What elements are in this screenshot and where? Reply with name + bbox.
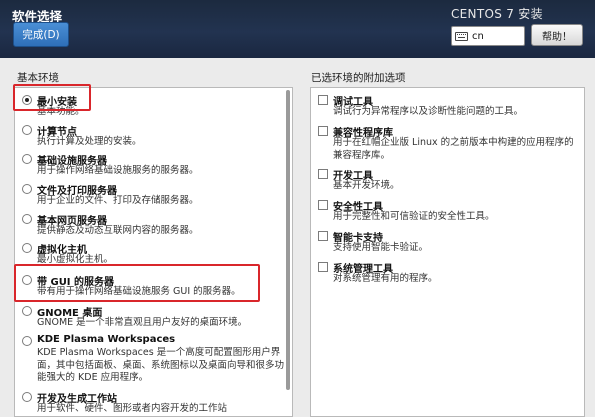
base-env-heading: 基本环境 [17, 72, 59, 84]
addon-desc: 对系统管理有用的程序。 [333, 273, 438, 284]
env-desc: 用于操作网络基础设施服务的服务器。 [37, 165, 199, 176]
base-env-item-dev-workstation[interactable]: 开发及生成工作站 用于软件、硬件、图形或者内容开发的工作站 [15, 390, 292, 416]
scrollbar[interactable] [286, 90, 290, 416]
addon-desc: 基本开发环境。 [333, 180, 400, 191]
checkbox[interactable] [318, 95, 328, 105]
addon-desc: 支持使用智能卡验证。 [333, 242, 429, 253]
env-desc: 用于软件、硬件、图形或者内容开发的工作站 [37, 403, 228, 414]
checkbox[interactable] [318, 200, 328, 210]
radio-button[interactable] [22, 184, 32, 194]
addon-item-smart-card-support[interactable]: 智能卡支持 支持使用智能卡验证。 [311, 229, 584, 259]
checkbox[interactable] [318, 169, 328, 179]
checkbox[interactable] [318, 126, 328, 136]
addon-item-system-admin-tools[interactable]: 系统管理工具 对系统管理有用的程序。 [311, 260, 584, 290]
radio-button[interactable] [22, 336, 32, 346]
addon-item-security-tools[interactable]: 安全性工具 用于完整性和可信验证的安全性工具。 [311, 198, 584, 228]
scrollbar-thumb[interactable] [286, 90, 290, 390]
env-desc: GNOME 是一个非常直观且用户友好的桌面环境。 [37, 317, 248, 328]
keyboard-layout-label: cn [472, 30, 484, 42]
addon-item-debugging-tools[interactable]: 调试工具 调试行为异常程序以及诊断性能问题的工具。 [311, 93, 584, 123]
env-title: KDE Plasma Workspaces [37, 334, 176, 345]
header-bar: 软件选择 完成(D) CENTOS 7 安装 cn 帮助！ [0, 0, 595, 58]
checkbox[interactable] [318, 262, 328, 272]
radio-button[interactable] [22, 154, 32, 164]
radio-button[interactable] [22, 243, 32, 253]
radio-button[interactable] [22, 392, 32, 402]
env-desc: KDE Plasma Workspaces 是一个高度可配置图形用户界面，其中包… [37, 347, 285, 383]
addon-desc: 调试行为异常程序以及诊断性能问题的工具。 [333, 106, 524, 117]
checkbox[interactable] [318, 231, 328, 241]
keyboard-icon [455, 31, 468, 41]
radio-button[interactable] [22, 125, 32, 135]
radio-button[interactable] [22, 214, 32, 224]
env-desc: 执行计算及处理的安装。 [37, 136, 142, 147]
base-env-item-kde-plasma[interactable]: KDE Plasma Workspaces KDE Plasma Workspa… [15, 334, 292, 390]
base-env-item-compute-node[interactable]: 计算节点 执行计算及处理的安装。 [15, 123, 292, 153]
help-button[interactable]: 帮助！ [531, 24, 583, 46]
base-env-item-infrastructure-server[interactable]: 基础设施服务器 用于操作网络基础设施服务的服务器。 [15, 152, 292, 182]
env-desc: 提供静态及动态互联网内容的服务器。 [37, 225, 199, 236]
env-desc: 用于企业的文件、打印及存储服务器。 [37, 195, 199, 206]
addon-item-compat-libraries[interactable]: 兼容性程序库 用于在红帽企业版 Linux 的之前版本中构建的应用程序的兼容程序… [311, 124, 584, 166]
base-env-list: 最小安装 基本功能。 计算节点 执行计算及处理的安装。 基础设施服务器 用于操作… [14, 87, 293, 417]
base-env-item-file-print-server[interactable]: 文件及打印服务器 用于企业的文件、打印及存储服务器。 [15, 182, 292, 212]
annotation-box-server-gui [14, 264, 260, 302]
product-name: CENTOS 7 安装 [451, 7, 543, 21]
addon-item-development-tools[interactable]: 开发工具 基本开发环境。 [311, 167, 584, 197]
addons-heading: 已选环境的附加选项 [311, 72, 406, 84]
addon-desc: 用于在红帽企业版 Linux 的之前版本中构建的应用程序的兼容程序库。 [333, 137, 574, 161]
base-env-item-gnome-desktop[interactable]: GNOME 桌面 GNOME 是一个非常直观且用户友好的桌面环境。 [15, 304, 292, 334]
base-env-item-web-server[interactable]: 基本网页服务器 提供静态及动态互联网内容的服务器。 [15, 212, 292, 242]
keyboard-layout-indicator[interactable]: cn [451, 26, 525, 46]
radio-button[interactable] [22, 306, 32, 316]
addons-list: 调试工具 调试行为异常程序以及诊断性能问题的工具。 兼容性程序库 用于在红帽企业… [310, 87, 585, 417]
done-button[interactable]: 完成(D) [13, 22, 69, 47]
annotation-box-minimal [13, 84, 91, 111]
addon-desc: 用于完整性和可信验证的安全性工具。 [333, 211, 495, 222]
